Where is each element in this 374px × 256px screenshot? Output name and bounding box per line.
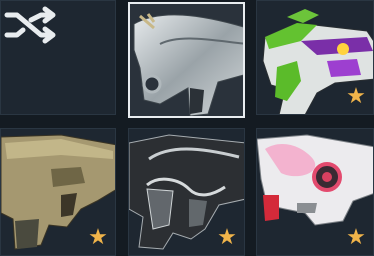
skin-tile-white-pink[interactable]: ★ <box>256 128 374 256</box>
skin-tile-tan[interactable]: ★ <box>0 128 116 256</box>
weapon-skin-grid: ★ ★ ★ ★ <box>0 0 374 256</box>
shuffle-icon <box>4 6 56 44</box>
favorite-star-icon: ★ <box>346 84 366 109</box>
skin-tile-chrome[interactable] <box>128 2 245 118</box>
skin-tile-black[interactable]: ★ <box>128 128 245 256</box>
favorite-star-icon: ★ <box>88 225 108 250</box>
skin-tile-toy[interactable]: ★ <box>256 0 374 115</box>
favorite-star-icon: ★ <box>346 225 366 250</box>
weapon-skin-icon <box>133 13 243 116</box>
favorite-star-icon: ★ <box>217 225 237 250</box>
randomize-tile[interactable] <box>0 0 116 115</box>
